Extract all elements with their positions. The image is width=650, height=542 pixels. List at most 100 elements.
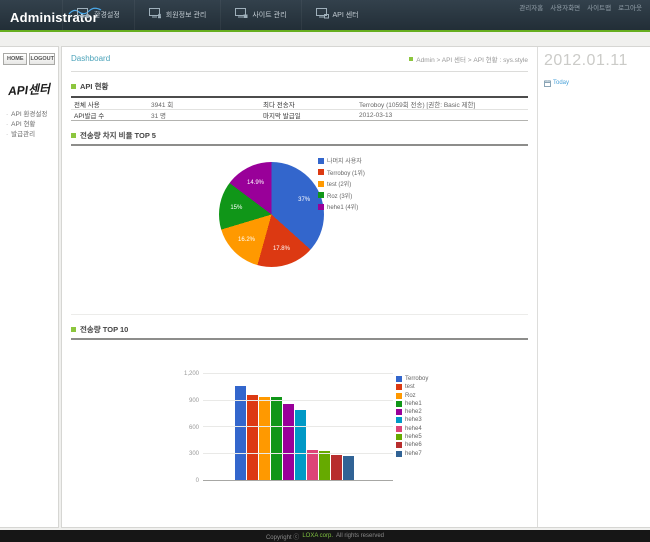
home-button[interactable]: HOME [3,53,27,65]
sidebar-logo: API센터 [1,80,58,100]
pie-slice-label: 37% [298,197,310,203]
bar-section: 전송량 TOP 10 1,2009006003000 TerroboytestR… [71,324,528,502]
bar [283,404,294,480]
today-wrap: Today [544,74,644,92]
legend-label: hehe1 (4위) [327,202,358,211]
summary-section-title: API 현황 [80,81,108,92]
dashboard-link[interactable]: Dashboard [71,54,110,63]
today-link[interactable]: Today [553,80,569,86]
monitor-board-icon [235,6,248,24]
legend-item: hehe3 [396,417,428,423]
sidebar-item-api-settings[interactable]: API 환경설정 [6,110,58,120]
bar-yaxis: 1,2009006003000 [171,374,199,481]
legend-item: hehe2 [396,409,428,415]
legend-swatch [396,401,402,407]
content: Dashboard Admin > API 센터 > API 현황 : sys.… [62,47,537,527]
nav-item-label: API 센터 [333,10,359,20]
footer-brand: LOXA corp. [302,533,333,539]
breadcrumb-bullet-icon [409,57,413,61]
pie-labels: 37%17.8%16.2%15%14.9% [219,162,324,267]
legend-label: hehe1 [405,401,422,407]
calendar-icon [544,74,551,92]
legend-swatch [396,451,402,457]
legend-item: Terroboy [396,376,428,382]
footer: Copyright ⓒ LOXA corp. All rights reserv… [0,530,650,542]
bar-chart-area: 1,2009006003000 TerroboytestRozhehe1hehe… [71,374,528,502]
sidebar-item-api-status[interactable]: API 현황 [6,120,58,130]
pie-chart-area: 37%17.8%16.2%15%14.9% 나머지 사용자Terroboy (1… [71,146,528,314]
logout-button[interactable]: LOGOUT [29,53,55,65]
legend-item: Terroboy (1위) [318,168,365,177]
bar-section-title: 전송량 TOP 10 [80,324,128,335]
sitemap-link[interactable]: 사이트맵 [587,2,611,12]
nav-item-site[interactable]: 사이트 관리 [220,0,300,30]
breadcrumb-text: Admin > API 센터 > API 현황 : sys.style [416,54,528,64]
legend-swatch [318,192,324,198]
gridline [203,426,393,427]
legend-label: hehe5 [405,434,422,440]
nav-item-label: 회원정보 관리 [166,10,207,20]
nav-item-label: 사이트 관리 [252,10,286,20]
bar [343,456,354,480]
nav-item-members[interactable]: 회원정보 관리 [134,0,221,30]
summary-value: 3941 회 [151,99,263,109]
sidebar-item-issuance[interactable]: 발급관리 [6,130,58,140]
legend-swatch [396,384,402,390]
legend-label: hehe3 [405,417,422,423]
bars [235,374,354,480]
pie-slice-label: 15% [230,205,242,211]
logout-link[interactable]: 로그아웃 [618,2,642,12]
sidebar-menu: API 환경설정 API 현황 발급관리 [0,110,58,140]
section-bullet-icon [71,327,76,332]
main-card: Dashboard Admin > API 센터 > API 현황 : sys.… [61,46,650,528]
sidebar: HOME LOGOUT API센터 API 환경설정 API 현황 발급관리 [0,46,59,528]
legend-item: Roz [396,393,428,399]
y-tick-label: 600 [189,425,199,431]
legend-label: hehe6 [405,442,422,448]
legend-item: test [396,384,428,390]
bar-plot [203,374,393,481]
legend-label: Terroboy [405,376,428,382]
legend-label: hehe7 [405,451,422,457]
pie-section-header: 전송량 차지 비율 TOP 5 [71,130,528,141]
pie-section-title: 전송량 차지 비율 TOP 5 [80,130,156,141]
utility-links: 관리자홈 사용자화면 사이트맵 로그아웃 [519,2,642,12]
legend-item: test (2위) [318,179,365,188]
bar [295,410,306,480]
legend-label: hehe2 [405,409,422,415]
nav-item-label: 환경설정 [94,10,120,20]
legend-item: hehe4 [396,426,428,432]
topbar: 관리자홈 사용자화면 사이트맵 로그아웃 Administrator 환경설정 [0,0,650,32]
legend-item: hehe1 [396,401,428,407]
user-view-link[interactable]: 사용자화면 [550,2,580,12]
section-rule [71,338,528,340]
summary-label: API발급 수 [71,110,151,120]
admin-home-link[interactable]: 관리자홈 [519,2,543,12]
legend-label: 나머지 사용자 [327,156,362,165]
summary-label: 최다 전송자 [263,99,359,109]
breadcrumb: Admin > API 센터 > API 현황 : sys.style [409,54,528,64]
pie-slice-label: 17.8% [273,246,290,252]
bar [259,397,270,480]
nav-item-api-center[interactable]: API 센터 [301,0,373,30]
legend-swatch [396,417,402,423]
summary-value: 31 명 [151,110,263,120]
current-date: 2012.01.11 [544,52,628,70]
legend-label: test (2위) [327,179,351,188]
gridline [203,400,393,401]
legend-item: hehe6 [396,442,428,448]
nav-item-settings[interactable]: 환경설정 [62,0,134,30]
legend-item: hehe5 [396,434,428,440]
legend-swatch [396,434,402,440]
copyright-prefix: Copyright ⓒ [266,532,299,541]
bar [247,395,258,480]
summary-section: API 현황 전체 사용 3941 회 최다 전송자 Terroboy (105… [71,81,528,121]
legend-swatch [318,169,324,175]
summary-table: 전체 사용 3941 회 최다 전송자 Terroboy (1059회 전송) … [71,96,528,121]
legend-swatch [318,181,324,187]
pie-legend: 나머지 사용자Terroboy (1위)test (2위)Roz (3위)heh… [318,156,365,211]
section-divider [71,314,528,315]
copyright-suffix: All rights reserved [336,533,384,539]
y-tick-label: 0 [196,478,199,484]
legend-item: hehe1 (4위) [318,202,365,211]
